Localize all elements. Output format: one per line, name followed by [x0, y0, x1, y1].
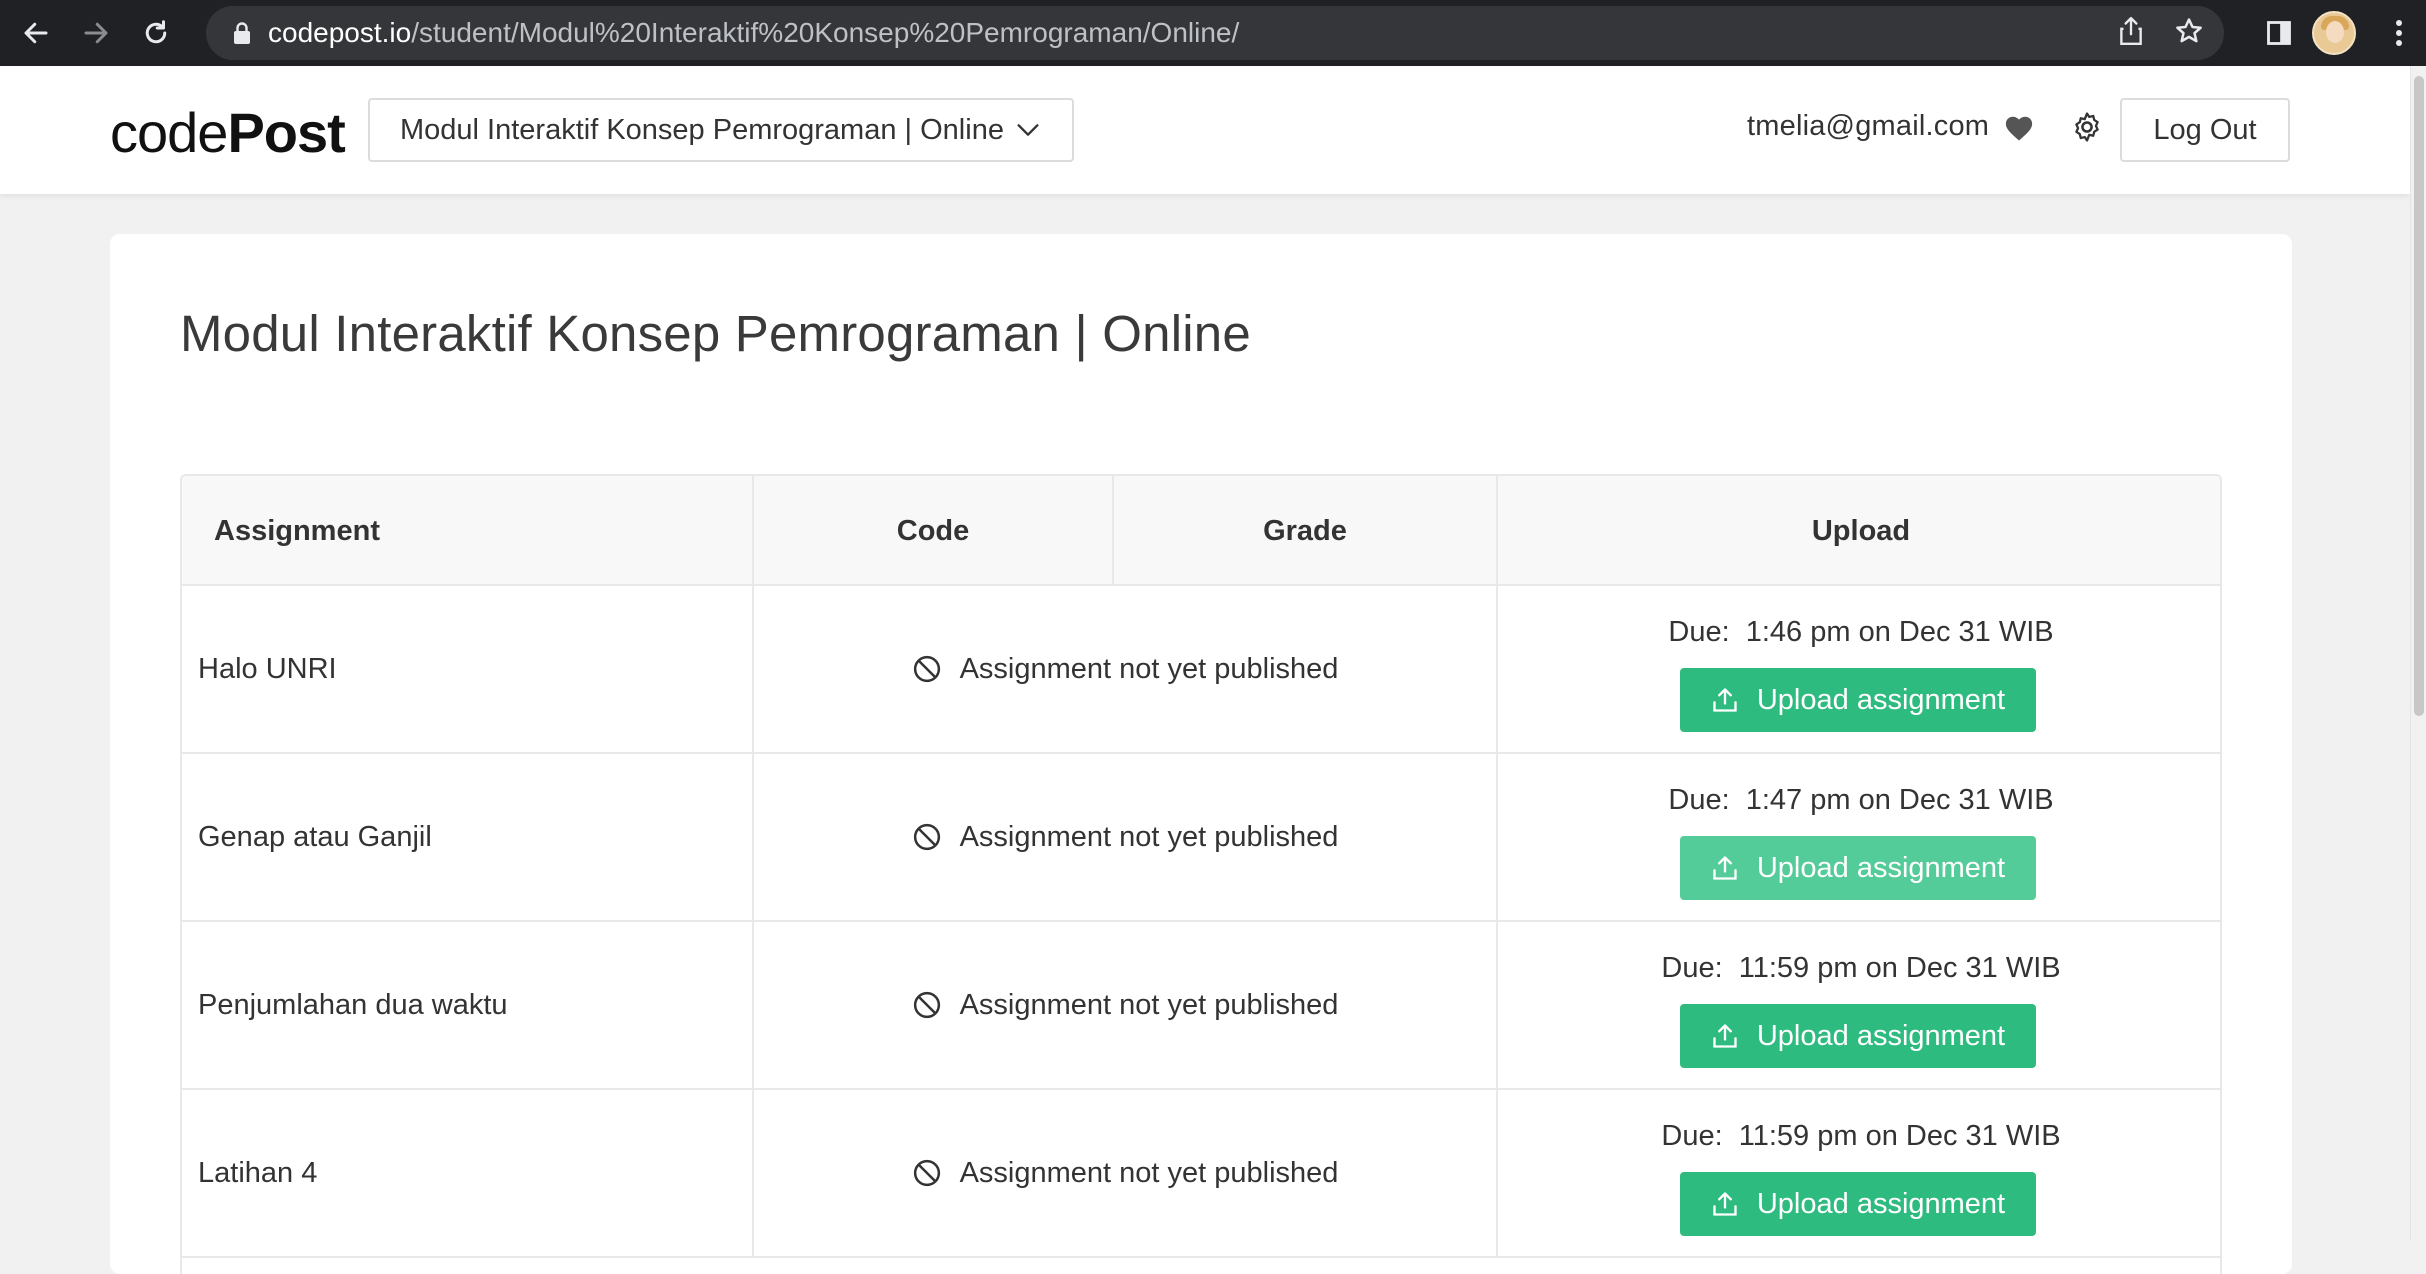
column-header-grade: Grade — [1114, 476, 1498, 586]
url-text[interactable]: codepost.io/student/Modul%20Interaktif%2… — [268, 17, 1239, 49]
upload-assignment-button[interactable]: Upload assignment — [1680, 836, 2036, 900]
course-selector-label: Modul Interaktif Konsep Pemrograman | On… — [400, 113, 1004, 146]
forward-button[interactable] — [70, 7, 122, 59]
table-header: Assignment Code Grade Upload — [182, 476, 2220, 586]
app-header: codePost Modul Interaktif Konsep Pemrogr… — [0, 66, 2410, 194]
logo-light-text: code — [110, 101, 228, 164]
url-host: codepost.io — [268, 17, 412, 48]
column-header-assignment: Assignment — [182, 476, 754, 586]
address-bar[interactable]: codepost.io/student/Modul%20Interaktif%2… — [206, 6, 2224, 60]
upload-icon — [1711, 1190, 1739, 1218]
upload-cell: Due: 11:59 pm on Dec 31 WIB Upload assig… — [1498, 1090, 2220, 1256]
upload-cell: Due: 1:47 pm on Dec 31 WIB Upload assign… — [1498, 754, 2220, 920]
user-email: tmelia@gmail.com — [1747, 110, 1990, 142]
due-date: Due: 1:47 pm on Dec 31 WIB — [1668, 784, 2054, 816]
side-panel-icon[interactable] — [2252, 19, 2306, 47]
browser-toolbar: codepost.io/student/Modul%20Interaktif%2… — [0, 0, 2426, 66]
back-button[interactable] — [10, 7, 62, 59]
upload-cell: Due: 1:46 pm on Dec 31 WIB Upload assign… — [1498, 586, 2220, 752]
assignment-status: Assignment not yet published — [754, 754, 1498, 920]
gear-icon[interactable] — [2070, 110, 2104, 149]
assignment-status: Assignment not yet published — [754, 922, 1498, 1088]
due-date: Due: 11:59 pm on Dec 31 WIB — [1661, 952, 2061, 984]
assignment-status: Assignment not yet published — [754, 1090, 1498, 1256]
url-path: /student/Modul%20Interaktif%20Konsep%20P… — [411, 17, 1240, 48]
due-date: Due: 11:59 pm on Dec 31 WIB — [1661, 1120, 2061, 1152]
scrollbar-thumb[interactable] — [2414, 76, 2424, 716]
upload-icon — [1711, 854, 1739, 882]
page-title: Modul Interaktif Konsep Pemrograman | On… — [180, 305, 1251, 362]
logo-bold-text: Post — [227, 101, 345, 164]
table-row: Genap atau Ganjil Assignment not yet pub… — [182, 754, 2220, 922]
chevron-down-icon — [1014, 116, 1042, 152]
upload-icon — [1711, 1022, 1739, 1050]
page-scrollbar[interactable] — [2410, 66, 2426, 1240]
upload-assignment-button[interactable]: Upload assignment — [1680, 668, 2036, 732]
course-card: Modul Interaktif Konsep Pemrograman | On… — [110, 234, 2292, 1274]
logout-button[interactable]: Log Out — [2120, 98, 2290, 162]
upload-assignment-button[interactable]: Upload assignment — [1680, 1172, 2036, 1236]
ban-icon — [912, 822, 942, 852]
due-date: Due: 1:46 pm on Dec 31 WIB — [1668, 616, 2054, 648]
upload-button-label: Upload assignment — [1756, 851, 2006, 884]
assignments-table: Assignment Code Grade Upload Halo UNRI A… — [180, 474, 2222, 1274]
upload-button-label: Upload assignment — [1756, 683, 2006, 716]
heart-icon[interactable] — [2004, 114, 2034, 147]
upload-cell: Due: 11:59 pm on Dec 31 WIB Upload assig… — [1498, 922, 2220, 1088]
reload-icon — [145, 20, 167, 44]
assignment-status: Assignment not yet published — [754, 586, 1498, 752]
table-row: Penjumlahan dua waktu Assignment not yet… — [182, 922, 2220, 1090]
status-text: Assignment not yet published — [959, 988, 1339, 1021]
assignment-name: Penjumlahan dua waktu — [182, 922, 754, 1088]
assignment-name: Genap atau Ganjil — [182, 754, 754, 920]
column-header-code: Code — [754, 476, 1114, 586]
arrow-right-icon — [84, 22, 108, 44]
upload-assignment-button[interactable]: Upload assignment — [1680, 1004, 2036, 1068]
assignment-name: Latihan 4 — [182, 1090, 754, 1256]
more-menu-icon[interactable] — [2382, 18, 2416, 48]
status-text: Assignment not yet published — [959, 652, 1339, 685]
status-text: Assignment not yet published — [959, 820, 1339, 853]
ban-icon — [912, 654, 942, 684]
upload-button-label: Upload assignment — [1756, 1187, 2006, 1220]
bookmark-star-icon[interactable] — [2174, 16, 2204, 51]
upload-icon — [1711, 686, 1739, 714]
assignment-name: Halo UNRI — [182, 586, 754, 752]
ban-icon — [912, 1158, 942, 1188]
table-row: Halo UNRI Assignment not yet published D… — [182, 586, 2220, 754]
course-selector[interactable]: Modul Interaktif Konsep Pemrograman | On… — [368, 98, 1074, 162]
share-icon[interactable] — [2118, 16, 2144, 51]
table-row: Latihan 4 Assignment not yet published D… — [182, 1090, 2220, 1258]
arrow-left-icon — [24, 22, 48, 44]
ban-icon — [912, 990, 942, 1020]
lock-icon[interactable] — [228, 21, 256, 45]
reload-button[interactable] — [130, 7, 182, 59]
profile-avatar[interactable] — [2312, 11, 2356, 55]
codepost-logo[interactable]: codePost — [110, 100, 346, 165]
column-header-upload: Upload — [1811, 514, 1911, 547]
upload-button-label: Upload assignment — [1756, 1019, 2006, 1052]
status-text: Assignment not yet published — [959, 1156, 1339, 1189]
